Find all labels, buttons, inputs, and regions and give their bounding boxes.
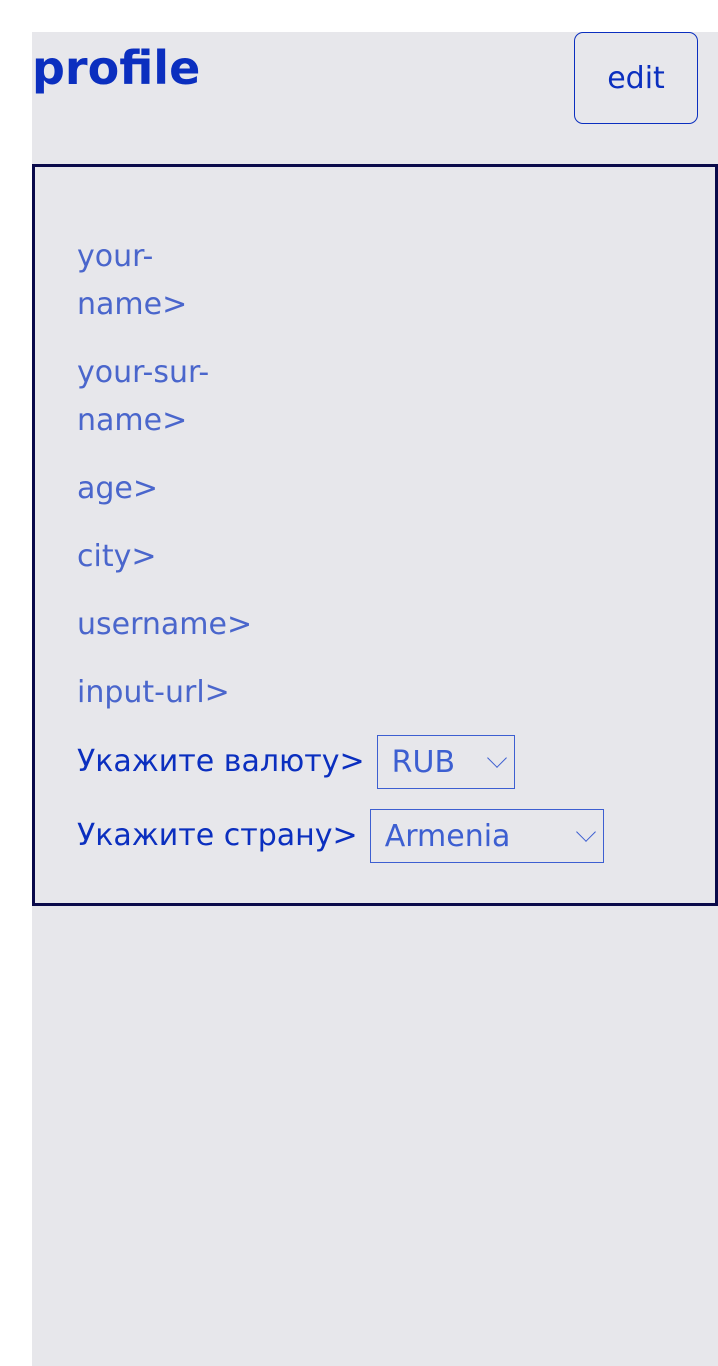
country-label: Укажите страну> [77,818,358,853]
edit-button[interactable]: edit [574,32,698,124]
currency-selected-value: RUB [391,744,456,780]
your-surname-label-line1: your-sur- [77,355,210,390]
currency-label: Укажите валюту> [77,744,365,779]
chevron-down-icon [575,822,596,842]
your-surname-label-line2: name> [77,403,188,438]
page-title: profile [32,41,201,95]
your-name-label-line1: your- [77,239,154,274]
country-row: Укажите страну> Armenia [77,809,604,863]
your-name-field[interactable]: your- name> [77,233,377,329]
chevron-down-icon [486,748,507,768]
country-selected-value: Armenia [384,818,511,854]
country-select[interactable]: Armenia [369,809,604,863]
currency-select[interactable]: RUB [376,735,515,789]
input-url-field[interactable]: input-url> [77,669,377,717]
your-surname-field[interactable]: your-sur- name> [77,349,377,445]
profile-page: profile edit your- name> your-sur- name>… [32,32,718,1366]
profile-card: your- name> your-sur- name> age> city> u… [32,164,718,906]
age-field[interactable]: age> [77,465,377,513]
username-field[interactable]: username> [77,601,377,649]
your-name-label-line2: name> [77,287,188,322]
city-field[interactable]: city> [77,533,377,581]
currency-row: Укажите валюту> RUB [77,735,515,789]
